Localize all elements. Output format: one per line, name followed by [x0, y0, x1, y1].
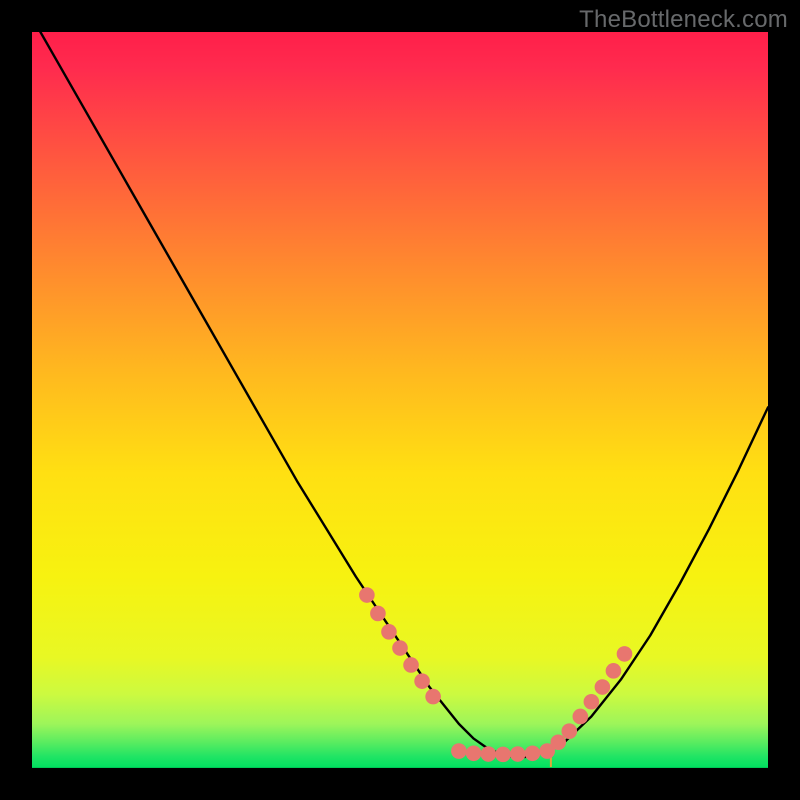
data-marker	[403, 657, 419, 673]
data-marker	[550, 734, 566, 750]
data-marker	[414, 673, 430, 689]
data-marker	[466, 745, 482, 761]
data-marker	[595, 679, 611, 695]
data-marker	[425, 689, 441, 705]
data-marker	[525, 745, 541, 761]
data-marker	[381, 624, 397, 640]
data-marker	[606, 663, 622, 679]
data-marker	[481, 746, 497, 762]
data-marker	[359, 587, 375, 603]
data-marker	[510, 746, 526, 762]
data-marker	[561, 723, 577, 739]
data-marker	[451, 743, 467, 759]
data-marker	[617, 646, 633, 662]
data-marker	[573, 709, 589, 725]
gradient-background	[32, 32, 768, 768]
data-marker	[370, 606, 386, 622]
data-marker	[584, 694, 600, 710]
bottleneck-plot-svg	[32, 32, 768, 768]
data-marker	[495, 747, 511, 763]
plot-area	[32, 32, 768, 768]
watermark-label: TheBottleneck.com	[579, 6, 788, 34]
chart-container: TheBottleneck.com	[0, 0, 800, 800]
data-marker	[392, 640, 408, 656]
